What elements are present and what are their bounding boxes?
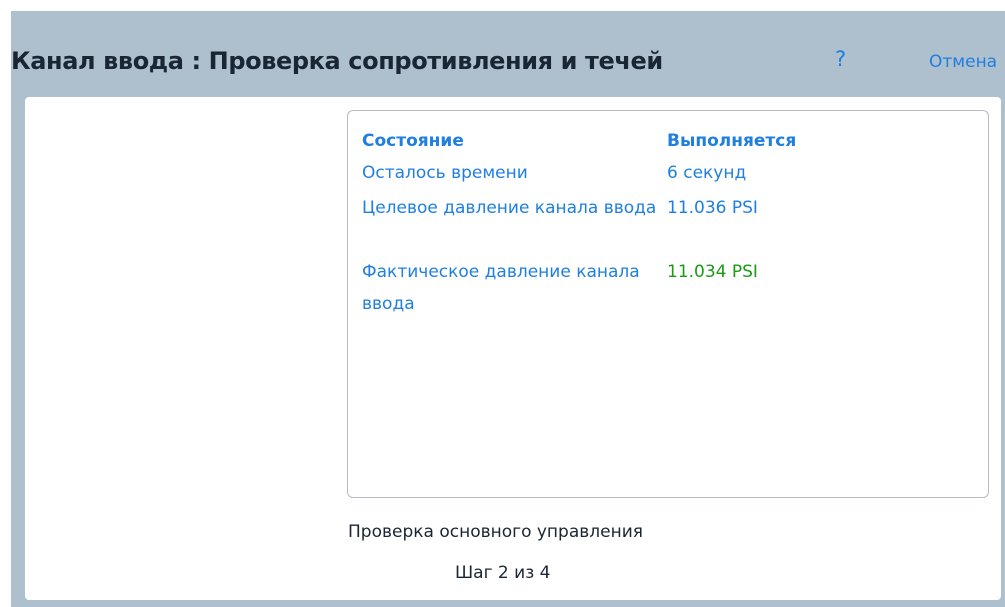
step-indicator: Шаг 2 из 4 bbox=[455, 563, 551, 583]
actual-pressure-label: Фактическое давление канала ввода bbox=[362, 262, 640, 314]
time-left-label: Осталось времени bbox=[362, 163, 528, 183]
dialog-title: Канал ввода : Проверка сопротивления и т… bbox=[11, 47, 663, 75]
actual-pressure-value: 11.034 PSI bbox=[667, 262, 758, 282]
status-value: Выполняется bbox=[667, 131, 797, 151]
status-label: Состояние bbox=[362, 131, 464, 151]
dialog-header: Канал ввода : Проверка сопротивления и т… bbox=[11, 11, 1005, 97]
procedure-name: Проверка основного управления bbox=[348, 522, 643, 542]
help-button[interactable]: ? bbox=[835, 47, 846, 71]
cancel-button[interactable]: Отмена bbox=[929, 52, 997, 72]
dialog: Канал ввода : Проверка сопротивления и т… bbox=[11, 11, 1005, 607]
target-pressure-label: Целевое давление канала ввода bbox=[362, 198, 657, 218]
dialog-content: Состояние Выполняется Осталось времени 6… bbox=[25, 97, 1001, 600]
target-pressure-value: 11.036 PSI bbox=[667, 198, 758, 218]
status-panel: Состояние Выполняется Осталось времени 6… bbox=[347, 110, 989, 498]
top-margin bbox=[0, 0, 1005, 11]
time-left-value: 6 секунд bbox=[667, 163, 747, 183]
